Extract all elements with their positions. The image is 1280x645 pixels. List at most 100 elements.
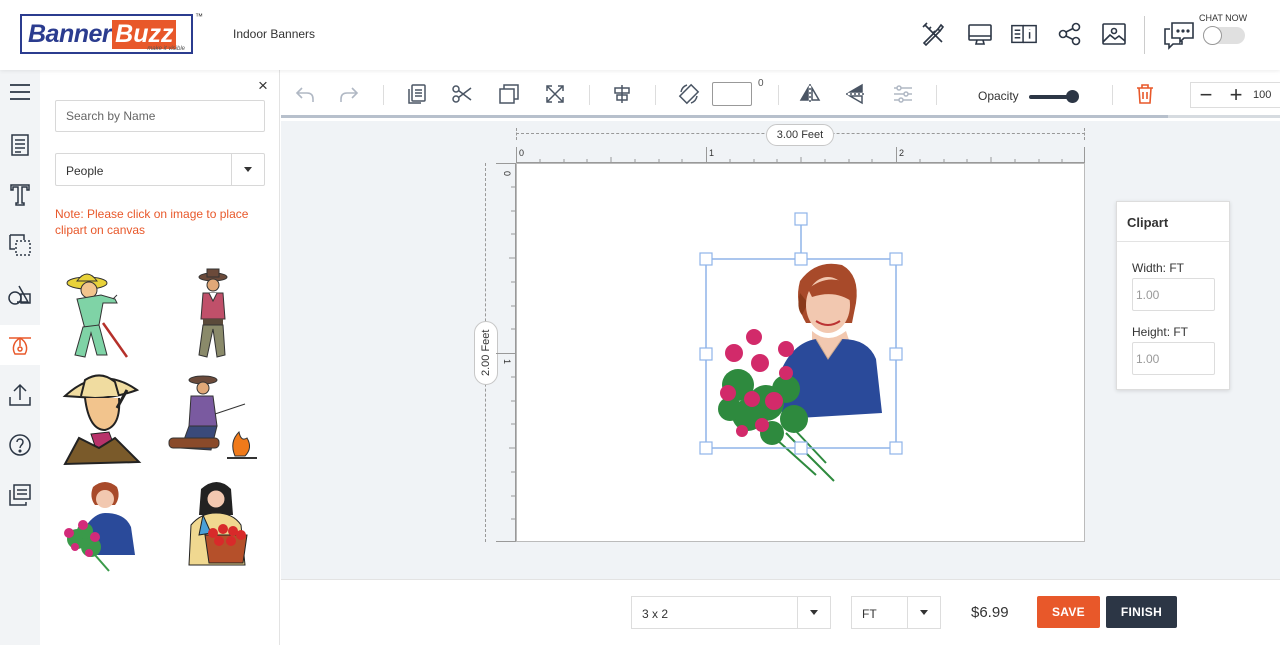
design-canvas[interactable] xyxy=(516,163,1085,542)
resize-handle-sw[interactable] xyxy=(699,441,713,455)
ruler-tick-0: 0 xyxy=(519,148,524,158)
adjust-sliders-icon[interactable] xyxy=(891,82,915,106)
clipart-grid xyxy=(55,265,270,590)
height-field-label: Height: FT xyxy=(1132,325,1189,339)
logo-tagline: make it visible xyxy=(147,46,185,52)
cut-icon[interactable] xyxy=(450,82,474,106)
chevron-down-icon[interactable] xyxy=(231,154,264,185)
ruler-tick-1: 1 xyxy=(709,148,714,158)
zoom-value: 100 xyxy=(1253,89,1272,101)
ruler-tick-v1: 1 xyxy=(502,359,512,364)
rotate-icon[interactable] xyxy=(677,82,701,106)
zoom-out-button[interactable]: − xyxy=(1191,83,1221,107)
ruler-tick-v0: 0 xyxy=(502,171,512,176)
save-button[interactable]: SAVE xyxy=(1037,596,1100,628)
canvas-workspace: 3.00 Feet 0 1 2 2.00 Feet 0 1 Clipart Wi… xyxy=(281,121,1280,579)
flip-horizontal-icon[interactable] xyxy=(798,82,822,106)
close-icon[interactable]: × xyxy=(258,76,268,96)
background-icon[interactable] xyxy=(0,225,40,265)
rotation-input[interactable] xyxy=(712,82,752,106)
rotate-handle[interactable] xyxy=(794,212,808,226)
clipart-cowboy-standing[interactable] xyxy=(165,265,260,365)
editor-toolbar: 0 Opacity − + 100 xyxy=(281,70,1280,118)
category-select[interactable]: People xyxy=(55,153,265,186)
chevron-down-icon[interactable] xyxy=(797,597,830,628)
clipart-old-man-cane[interactable] xyxy=(55,265,150,365)
degree-symbol: 0 xyxy=(758,78,764,89)
help-icon[interactable] xyxy=(0,425,40,465)
opacity-slider[interactable] xyxy=(1029,90,1079,103)
resize-handle-e[interactable] xyxy=(889,347,903,361)
logo-buzz-text: Buzz xyxy=(112,19,177,49)
vertical-ruler: 0 1 xyxy=(496,163,516,542)
chat-now-label: CHAT NOW xyxy=(1199,13,1248,23)
chat-toggle[interactable] xyxy=(1203,26,1245,45)
logo-banner-text: Banner xyxy=(28,19,112,48)
layers-icon[interactable] xyxy=(0,475,40,515)
duplicate-icon[interactable] xyxy=(497,82,521,106)
logo-trademark: ™ xyxy=(195,12,203,21)
clipart-properties-panel: Clipart Width: FT Height: FT xyxy=(1116,201,1230,390)
height-label: 2.00 Feet xyxy=(474,321,498,385)
category-value: People xyxy=(66,164,104,178)
align-center-icon[interactable] xyxy=(610,82,634,106)
width-label: 3.00 Feet xyxy=(766,124,834,146)
tool-rail xyxy=(0,70,40,645)
size-select[interactable]: 3 x 2 xyxy=(631,596,831,629)
horizontal-ruler: 0 1 2 xyxy=(516,147,1085,163)
finish-button[interactable]: FINISH xyxy=(1106,596,1177,628)
toolbar-progress xyxy=(281,115,1168,118)
trash-icon[interactable] xyxy=(1133,82,1157,106)
desktop-preview-icon[interactable] xyxy=(966,20,994,48)
image-icon[interactable] xyxy=(1100,20,1128,48)
clipart-panel: × People Note: Please click on image to … xyxy=(40,70,280,645)
design-tools-icon[interactable] xyxy=(919,20,947,48)
page-title: Indoor Banners xyxy=(233,27,316,41)
clipart-cowboy-campfire[interactable] xyxy=(165,368,260,468)
bannerbuzz-logo[interactable]: Banner Buzz make it visible ™ xyxy=(20,12,203,54)
zoom-in-button[interactable]: + xyxy=(1221,83,1251,107)
clipart-height-input[interactable] xyxy=(1132,342,1215,375)
clipart-width-input[interactable] xyxy=(1132,278,1215,311)
clipart-note: Note: Please click on image to place cli… xyxy=(55,207,249,237)
bottom-bar: 3 x 2 FT $6.99 SAVE FINISH xyxy=(281,579,1280,645)
resize-handle-nw[interactable] xyxy=(699,252,713,266)
height-dimension: 2.00 Feet xyxy=(474,163,498,542)
toolbar-divider xyxy=(383,85,384,105)
resize-handle-s[interactable] xyxy=(794,441,808,455)
clipart-woman-basket[interactable] xyxy=(165,475,260,575)
chat-icon[interactable] xyxy=(1162,20,1194,50)
opacity-slider-thumb[interactable] xyxy=(1066,90,1079,103)
resize-handle-ne[interactable] xyxy=(889,252,903,266)
paste-icon[interactable] xyxy=(405,82,429,106)
share-icon[interactable] xyxy=(1056,20,1084,48)
ruler-tick-2: 2 xyxy=(899,148,904,158)
resize-handle-n[interactable] xyxy=(794,252,808,266)
toolbar-divider xyxy=(778,85,779,105)
clipart-icon[interactable] xyxy=(0,325,40,365)
opacity-label: Opacity xyxy=(978,89,1019,103)
zoom-control: − + 100 xyxy=(1190,82,1280,108)
search-input[interactable] xyxy=(55,100,265,132)
resize-handle-se[interactable] xyxy=(889,441,903,455)
template-icon[interactable] xyxy=(0,125,40,165)
clipart-cowboy-portrait[interactable] xyxy=(55,368,150,468)
toolbar-divider xyxy=(589,85,590,105)
clipart-woman-roses[interactable] xyxy=(55,475,150,575)
resize-handle-w[interactable] xyxy=(699,347,713,361)
width-field-label: Width: FT xyxy=(1132,261,1185,275)
flip-vertical-icon[interactable] xyxy=(844,82,868,106)
chevron-down-icon[interactable] xyxy=(907,597,940,628)
unit-select[interactable]: FT xyxy=(851,596,941,629)
upload-icon[interactable] xyxy=(0,375,40,415)
redo-icon[interactable] xyxy=(337,82,361,106)
toolbar-divider xyxy=(655,85,656,105)
menu-icon[interactable] xyxy=(0,72,40,112)
product-info-icon[interactable] xyxy=(1010,20,1038,48)
shapes-icon[interactable] xyxy=(0,275,40,315)
resize-icon[interactable] xyxy=(543,82,567,106)
properties-title: Clipart xyxy=(1117,202,1229,242)
toolbar-divider xyxy=(936,85,937,105)
undo-icon[interactable] xyxy=(293,82,317,106)
text-icon[interactable] xyxy=(0,175,40,215)
